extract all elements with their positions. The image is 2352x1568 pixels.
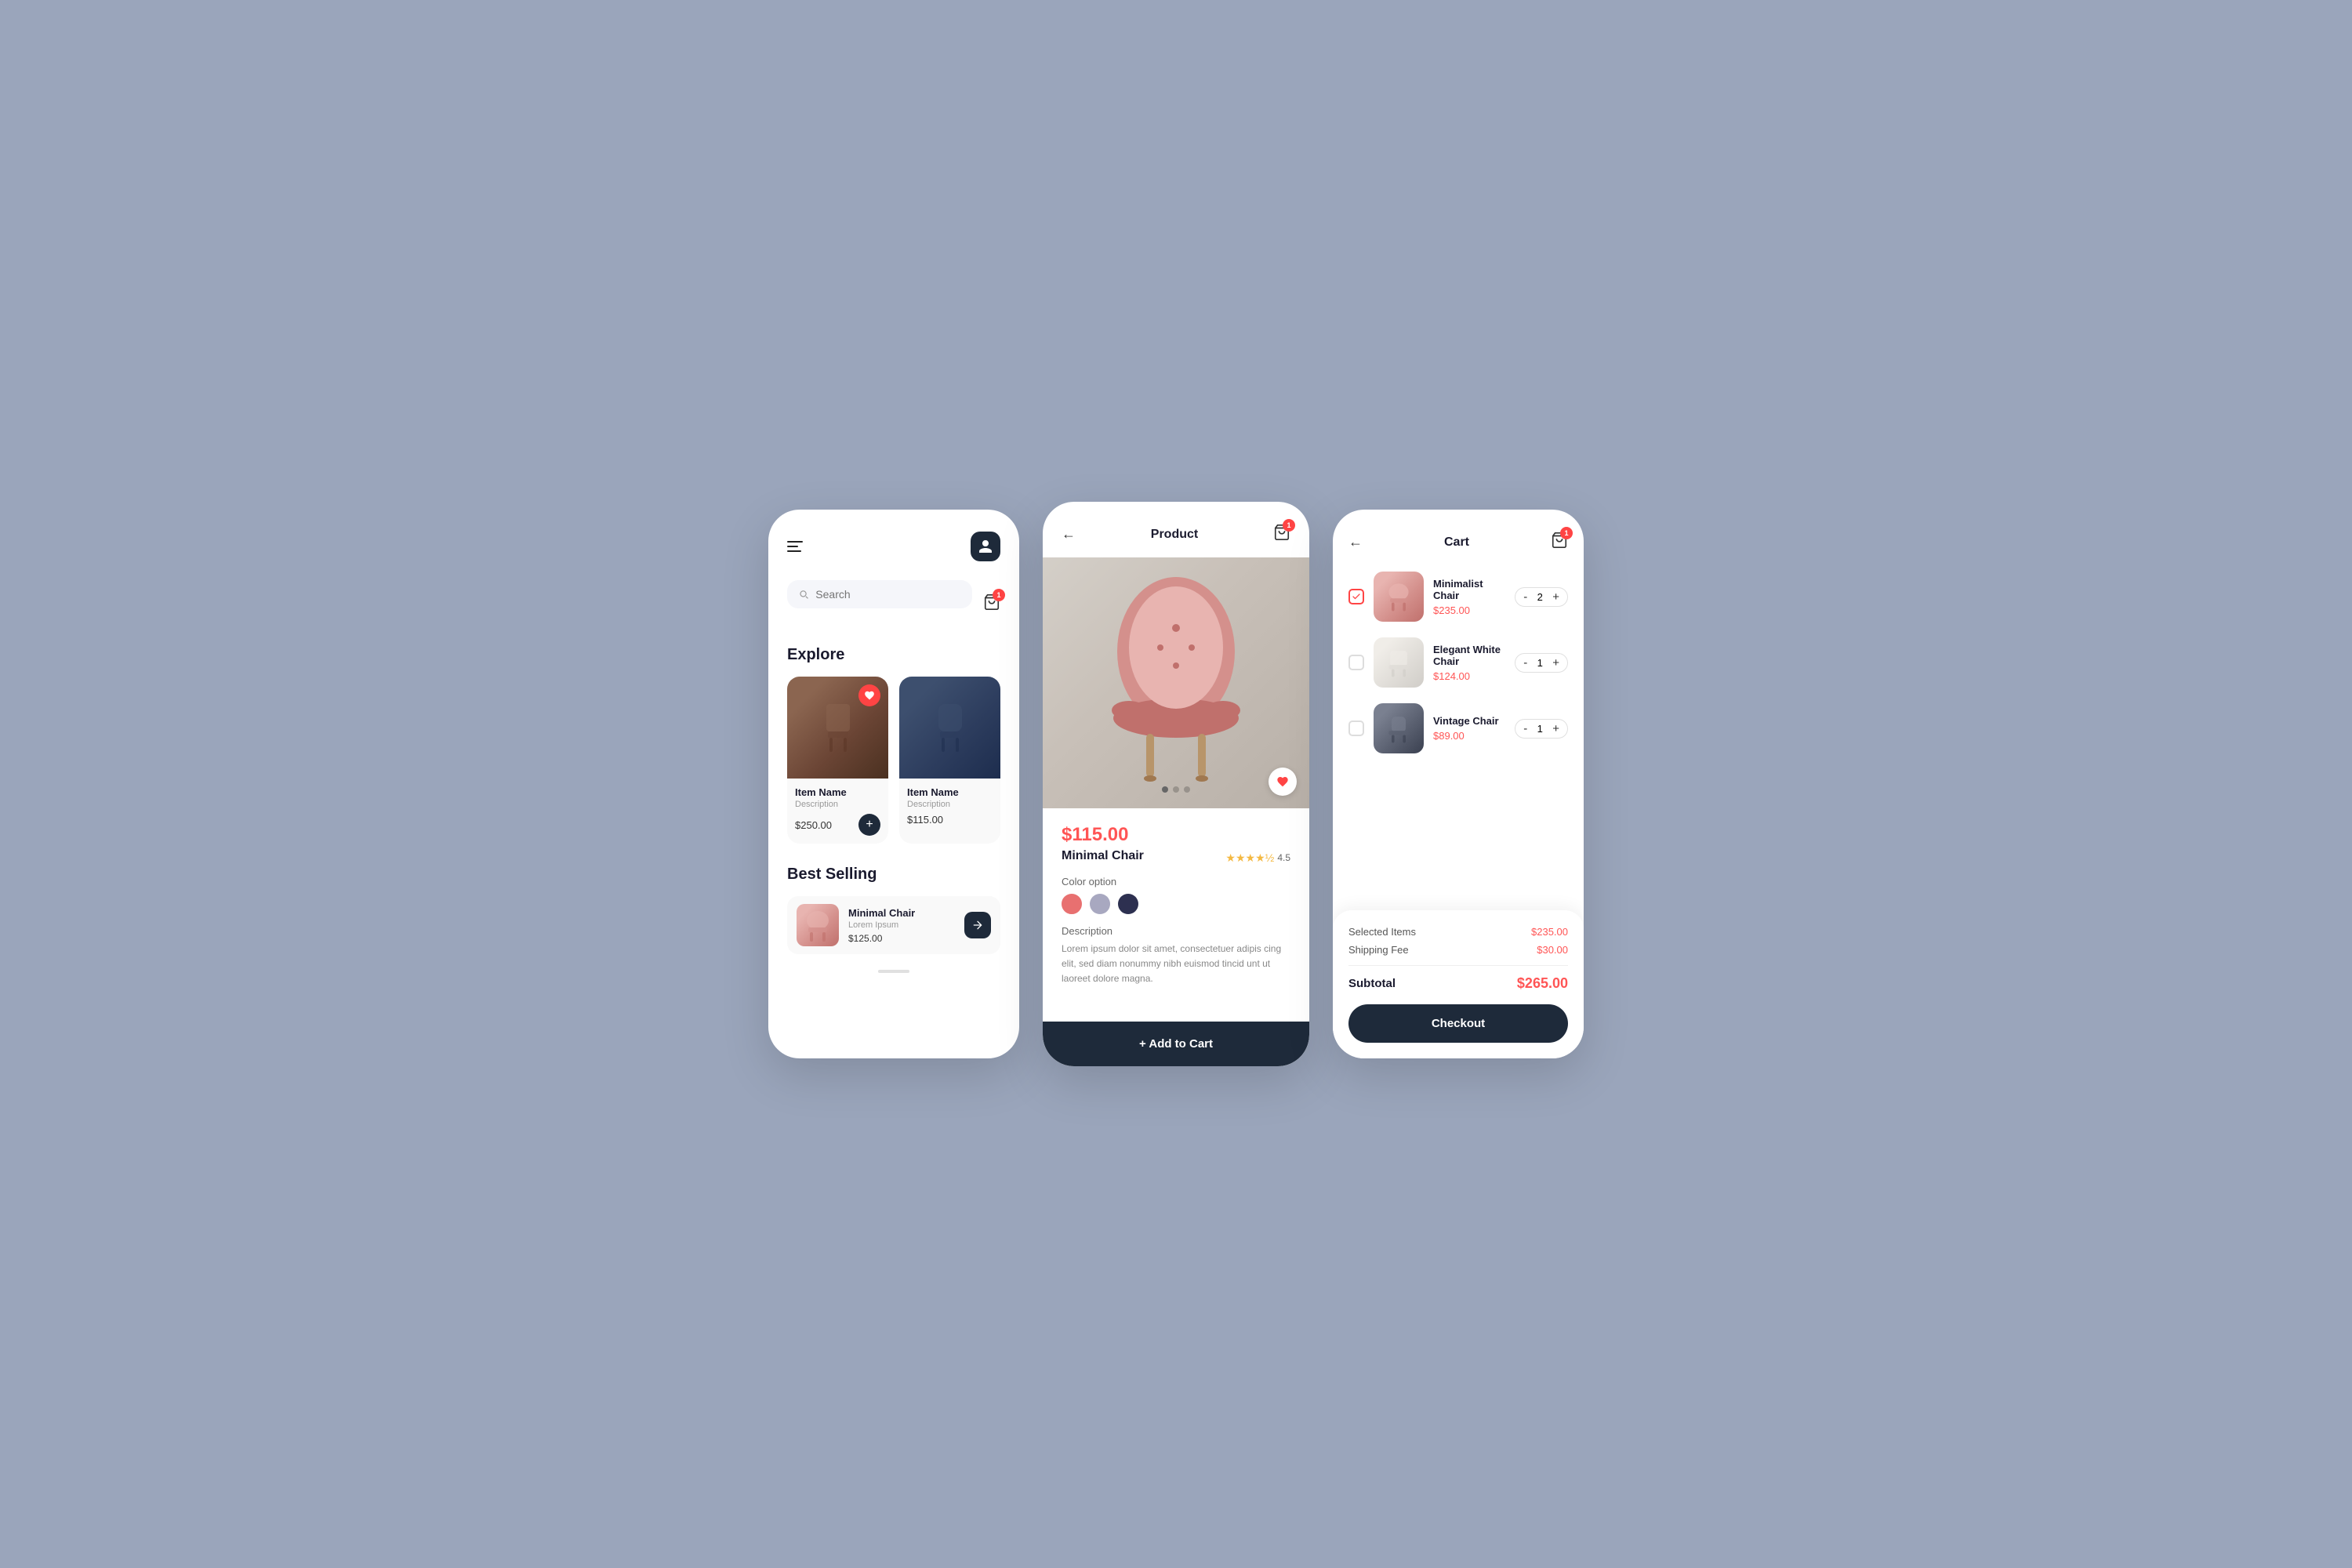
- app-container: 1 Explore: [768, 502, 1584, 1066]
- qty-value: 1: [1534, 723, 1546, 735]
- back-button[interactable]: ←: [1348, 534, 1363, 550]
- cart-item: Elegant White Chair $124.00 - 1 +: [1348, 637, 1568, 688]
- shipping-value: $30.00: [1537, 944, 1568, 956]
- menu-icon[interactable]: [787, 541, 803, 552]
- cart-item-name: Elegant White Chair: [1433, 644, 1505, 667]
- best-selling-arrow-button[interactable]: [964, 912, 991, 938]
- cart-item-checkbox[interactable]: [1348, 720, 1364, 736]
- product-chair-image: [1090, 573, 1262, 793]
- qty-minus-button[interactable]: -: [1523, 723, 1527, 735]
- cart-item-checkbox[interactable]: [1348, 655, 1364, 670]
- product-hero: [1043, 557, 1309, 808]
- best-selling-name: Minimal Chair: [848, 907, 955, 919]
- best-selling-desc: Lorem Ipsum: [848, 920, 955, 930]
- cart-button[interactable]: 1: [1551, 532, 1568, 553]
- subtotal-value: $265.00: [1517, 975, 1568, 992]
- checkout-button[interactable]: Checkout: [1348, 1004, 1568, 1043]
- cart-item: Vintage Chair $89.00 - 1 +: [1348, 703, 1568, 753]
- user-icon: [978, 539, 993, 554]
- heart-icon: [1276, 775, 1289, 788]
- description-text: Lorem ipsum dolor sit amet, consectetuer…: [1062, 942, 1290, 987]
- cart-item-checkbox[interactable]: [1348, 589, 1364, 604]
- qty-value: 2: [1534, 591, 1546, 603]
- favorite-button[interactable]: [1269, 768, 1297, 796]
- product-card[interactable]: Item Name Description $115.00: [899, 677, 1000, 844]
- favorite-button[interactable]: [858, 684, 880, 706]
- product-details: $115.00 Minimal Chair ★★★★½ 4.5 Color op…: [1043, 808, 1309, 1022]
- search-bar[interactable]: [787, 580, 972, 608]
- image-dots: [1162, 786, 1190, 793]
- cart-item-image: [1374, 572, 1424, 622]
- product-name: Minimal Chair: [1062, 849, 1144, 863]
- star-icons: ★★★★½: [1225, 851, 1274, 865]
- cart-item-price: $89.00: [1433, 730, 1505, 742]
- shipping-label: Shipping Fee: [1348, 944, 1409, 956]
- color-option-label: Color option: [1062, 876, 1290, 887]
- qty-plus-button[interactable]: +: [1552, 723, 1559, 735]
- cart-button[interactable]: 1: [1273, 524, 1290, 545]
- product-name: Item Name: [907, 786, 993, 798]
- product-card[interactable]: Item Name Description $250.00 +: [787, 677, 888, 844]
- qty-plus-button[interactable]: +: [1552, 657, 1559, 669]
- best-selling-item[interactable]: Minimal Chair Lorem Ipsum $125.00: [787, 896, 1000, 954]
- product-image: [899, 677, 1000, 779]
- cart-item-price: $235.00: [1433, 604, 1505, 616]
- cart-button[interactable]: 1: [983, 593, 1000, 615]
- qty-plus-button[interactable]: +: [1552, 591, 1559, 603]
- cart-item-image: [1374, 637, 1424, 688]
- arrow-right-icon: [971, 919, 984, 931]
- cart-badge: 1: [1283, 519, 1295, 532]
- best-selling-price: $125.00: [848, 933, 955, 944]
- product-price: $115.00: [907, 814, 943, 826]
- color-option-red[interactable]: [1062, 894, 1082, 914]
- cart-badge: 1: [993, 589, 1005, 601]
- check-icon: [1352, 592, 1361, 601]
- color-options: [1062, 894, 1290, 914]
- cart-item-name: Vintage Chair: [1433, 715, 1505, 727]
- selected-items-value: $235.00: [1531, 926, 1568, 938]
- best-selling-title: Best Selling: [787, 866, 1000, 884]
- screen-product: ← Product 1: [1043, 502, 1309, 1066]
- product-price: $250.00: [795, 819, 832, 831]
- cart-item: Minimalist Chair $235.00 - 2 +: [1348, 572, 1568, 622]
- color-option-lavender[interactable]: [1090, 894, 1110, 914]
- qty-minus-button[interactable]: -: [1523, 657, 1527, 669]
- product-desc: Description: [795, 800, 880, 809]
- add-to-cart-button[interactable]: + Add to Cart: [1043, 1022, 1309, 1066]
- add-to-cart-button[interactable]: +: [858, 814, 880, 836]
- cart-header: ← Cart 1: [1348, 532, 1568, 553]
- home-header: [787, 532, 1000, 561]
- explore-grid: Item Name Description $250.00 +: [787, 677, 1000, 844]
- cart-page-title: Cart: [1444, 535, 1469, 550]
- subtotal-label: Subtotal: [1348, 977, 1396, 990]
- product-price: $115.00: [1062, 824, 1290, 846]
- qty-minus-button[interactable]: -: [1523, 591, 1527, 603]
- screen-home: 1 Explore: [768, 510, 1019, 1058]
- best-selling-image: [797, 904, 839, 946]
- cart-badge: 1: [1560, 527, 1573, 539]
- color-option-navy[interactable]: [1118, 894, 1138, 914]
- product-header: ← Product 1: [1043, 502, 1309, 557]
- profile-button[interactable]: [971, 532, 1000, 561]
- search-icon: [798, 588, 809, 601]
- product-desc: Description: [907, 800, 993, 809]
- cart-item-price: $124.00: [1433, 670, 1505, 682]
- selected-items-label: Selected Items: [1348, 926, 1416, 938]
- cart-item-image: [1374, 703, 1424, 753]
- qty-value: 1: [1534, 657, 1546, 669]
- quantity-control: - 1 +: [1515, 653, 1568, 673]
- search-input[interactable]: [815, 588, 961, 601]
- cart-item-name: Minimalist Chair: [1433, 578, 1505, 601]
- description-label: Description: [1062, 925, 1290, 937]
- heart-icon: [864, 690, 875, 701]
- back-button[interactable]: ←: [1062, 526, 1076, 543]
- rating-value: 4.5: [1277, 852, 1290, 863]
- product-name: Item Name: [795, 786, 880, 798]
- screen-cart: ← Cart 1: [1333, 510, 1584, 1058]
- quantity-control: - 2 +: [1515, 587, 1568, 607]
- explore-title: Explore: [787, 646, 1000, 664]
- product-page-title: Product: [1151, 528, 1198, 542]
- cart-summary: Selected Items $235.00 Shipping Fee $30.…: [1333, 910, 1584, 1058]
- quantity-control: - 1 +: [1515, 719, 1568, 739]
